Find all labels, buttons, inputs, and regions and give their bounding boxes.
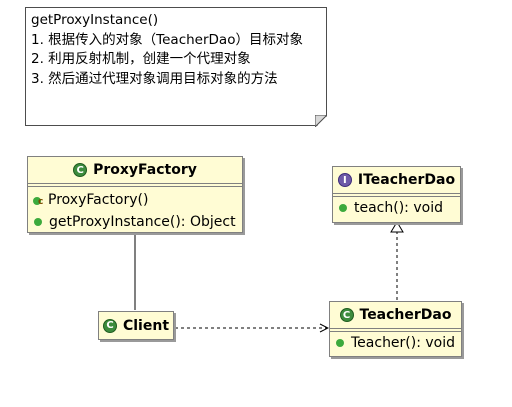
method-compartment: teach(): void [333, 197, 460, 221]
note-line-4: 3. 然后通过代理对象调用目标对象的方法 [31, 70, 278, 87]
interface-iteacher-dao[interactable]: I ITeacherDao teach(): void [332, 166, 461, 223]
member-row: Teacher(): void [334, 332, 457, 354]
class-icon: C [339, 308, 354, 322]
class-client[interactable]: C Client [98, 311, 174, 340]
constructor-icon: c [33, 195, 43, 207]
member-label: Teacher(): void [351, 335, 456, 351]
class-header: C ProxyFactory [28, 157, 242, 184]
note-fold-corner [315, 115, 327, 127]
public-method-icon [336, 339, 344, 347]
method-compartment: Teacher(): void [330, 332, 461, 356]
method-compartment: c ProxyFactory() getProxyInstance(): Obj… [28, 187, 242, 235]
class-header: I ITeacherDao [333, 167, 460, 194]
public-method-icon [339, 204, 347, 212]
class-name: TeacherDao [359, 307, 452, 323]
class-teacher-dao[interactable]: C TeacherDao Teacher(): void [329, 301, 462, 357]
class-name: Client [122, 317, 170, 334]
public-method-icon [34, 218, 42, 226]
note-line-3: 2. 利用反射机制，创建一个代理对象 [31, 51, 251, 67]
member-row: teach(): void [337, 197, 456, 219]
class-header: C Client [99, 312, 173, 339]
interface-icon: I [337, 173, 352, 187]
member-label: teach(): void [354, 200, 443, 216]
class-name: ITeacherDao [357, 172, 456, 188]
class-icon: C [102, 318, 117, 333]
class-proxy-factory[interactable]: C ProxyFactory c ProxyFactory() getProxy… [27, 156, 243, 233]
class-icon: C [73, 163, 88, 177]
member-label: ProxyFactory() [48, 192, 149, 208]
class-name: ProxyFactory [93, 162, 197, 178]
note-box: getProxyInstance() 1. 根据传入的对象（TeacherDao… [25, 7, 327, 126]
note-line-1: getProxyInstance() [31, 12, 159, 28]
note-line-2: 1. 根据传入的对象（TeacherDao）目标对象 [31, 31, 303, 48]
member-row: getProxyInstance(): Object [32, 211, 238, 233]
class-header: C TeacherDao [330, 302, 461, 329]
member-label: getProxyInstance(): Object [49, 214, 236, 230]
realization-arrowhead [390, 221, 404, 233]
member-row: c ProxyFactory() [32, 189, 238, 211]
